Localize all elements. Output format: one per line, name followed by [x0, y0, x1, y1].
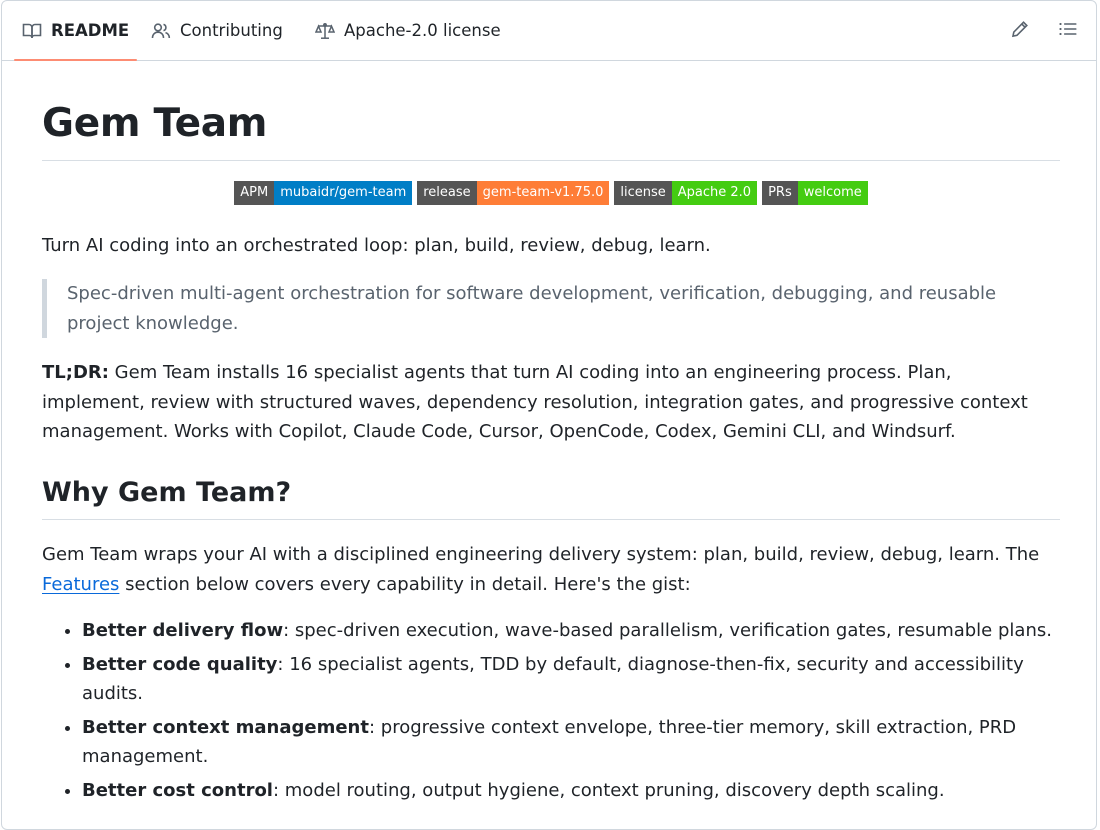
badge-prs-label: PRs — [762, 181, 798, 205]
badge-prs[interactable]: PRs welcome — [762, 181, 868, 205]
law-scale-icon — [315, 22, 335, 40]
tab-license-label: Apache-2.0 license — [344, 21, 501, 40]
title-divider — [42, 160, 1060, 161]
list-item-text: : spec-driven execution, wave-based para… — [283, 620, 1052, 641]
list-item-title: Better cost control — [82, 780, 273, 801]
edit-file-button[interactable] — [1008, 19, 1032, 43]
why-intro: Gem Team wraps your AI with a discipline… — [42, 540, 1060, 599]
list-item-title: Better delivery flow — [82, 620, 284, 641]
why-heading: Why Gem Team? — [42, 477, 292, 508]
badge-row: APM mubaidr/gem-team release gem-team-v1… — [42, 181, 1060, 205]
list-item-text: : model routing, output hygiene, context… — [272, 780, 945, 801]
blockquote: Spec-driven multi-agent orchestration fo… — [42, 279, 1060, 338]
list-item-title: Better context management — [82, 717, 369, 738]
list-item-title: Better code quality — [82, 654, 278, 675]
why-intro-text-2: section below covers every capability in… — [119, 573, 691, 595]
badge-release-value: gem-team-v1.75.0 — [476, 181, 610, 205]
why-intro-text-1: Gem Team wraps your AI with a discipline… — [42, 544, 1040, 565]
list-unordered-icon — [1059, 21, 1077, 41]
badge-prs-value: welcome — [797, 181, 868, 205]
tldr-paragraph: TL;DR: Gem Team installs 16 specialist a… — [42, 358, 1060, 447]
badge-release[interactable]: release gem-team-v1.75.0 — [417, 181, 610, 205]
people-icon — [151, 22, 171, 40]
badge-release-label: release — [417, 181, 477, 205]
badge-apm-value: mubaidr/gem-team — [274, 181, 413, 205]
list-item: Better code quality: 16 specialist agent… — [82, 650, 1060, 708]
tldr-text: Gem Team installs 16 specialist agents t… — [42, 362, 1028, 442]
tab-contributing[interactable]: Contributing — [151, 1, 283, 60]
tagline: Turn AI coding into an orchestrated loop… — [42, 235, 711, 256]
list-item: Better delivery flow: spec-driven execut… — [82, 616, 1060, 645]
tab-readme-label: README — [51, 21, 130, 40]
list-item: Better context management: progressive c… — [82, 713, 1060, 771]
features-link[interactable]: Features — [42, 574, 119, 595]
tldr-label: TL;DR: — [42, 362, 109, 383]
readme-tab-bar: README Contributing Apache-2.0 license — [2, 1, 1096, 61]
badge-license-value: Apache 2.0 — [671, 181, 758, 205]
blockquote-text: Spec-driven multi-agent orchestration fo… — [67, 283, 997, 334]
readme-title: Gem Team — [42, 101, 268, 146]
why-divider — [42, 519, 1060, 520]
list-item: Better cost control: model routing, outp… — [82, 776, 1060, 805]
tab-license[interactable]: Apache-2.0 license — [315, 1, 501, 60]
readme-panel: README Contributing Apache-2.0 license G… — [1, 0, 1097, 830]
book-icon — [22, 22, 42, 40]
outline-button[interactable] — [1056, 19, 1080, 43]
badge-apm-label: APM — [234, 181, 275, 205]
tab-readme[interactable]: README — [13, 1, 138, 61]
badge-apm[interactable]: APM mubaidr/gem-team — [234, 181, 413, 205]
badge-license[interactable]: license Apache 2.0 — [614, 181, 758, 205]
badge-license-label: license — [614, 181, 672, 205]
tab-contributing-label: Contributing — [180, 21, 283, 40]
pencil-icon — [1011, 20, 1029, 42]
benefits-list: Better delivery flow: spec-driven execut… — [42, 616, 1060, 810]
